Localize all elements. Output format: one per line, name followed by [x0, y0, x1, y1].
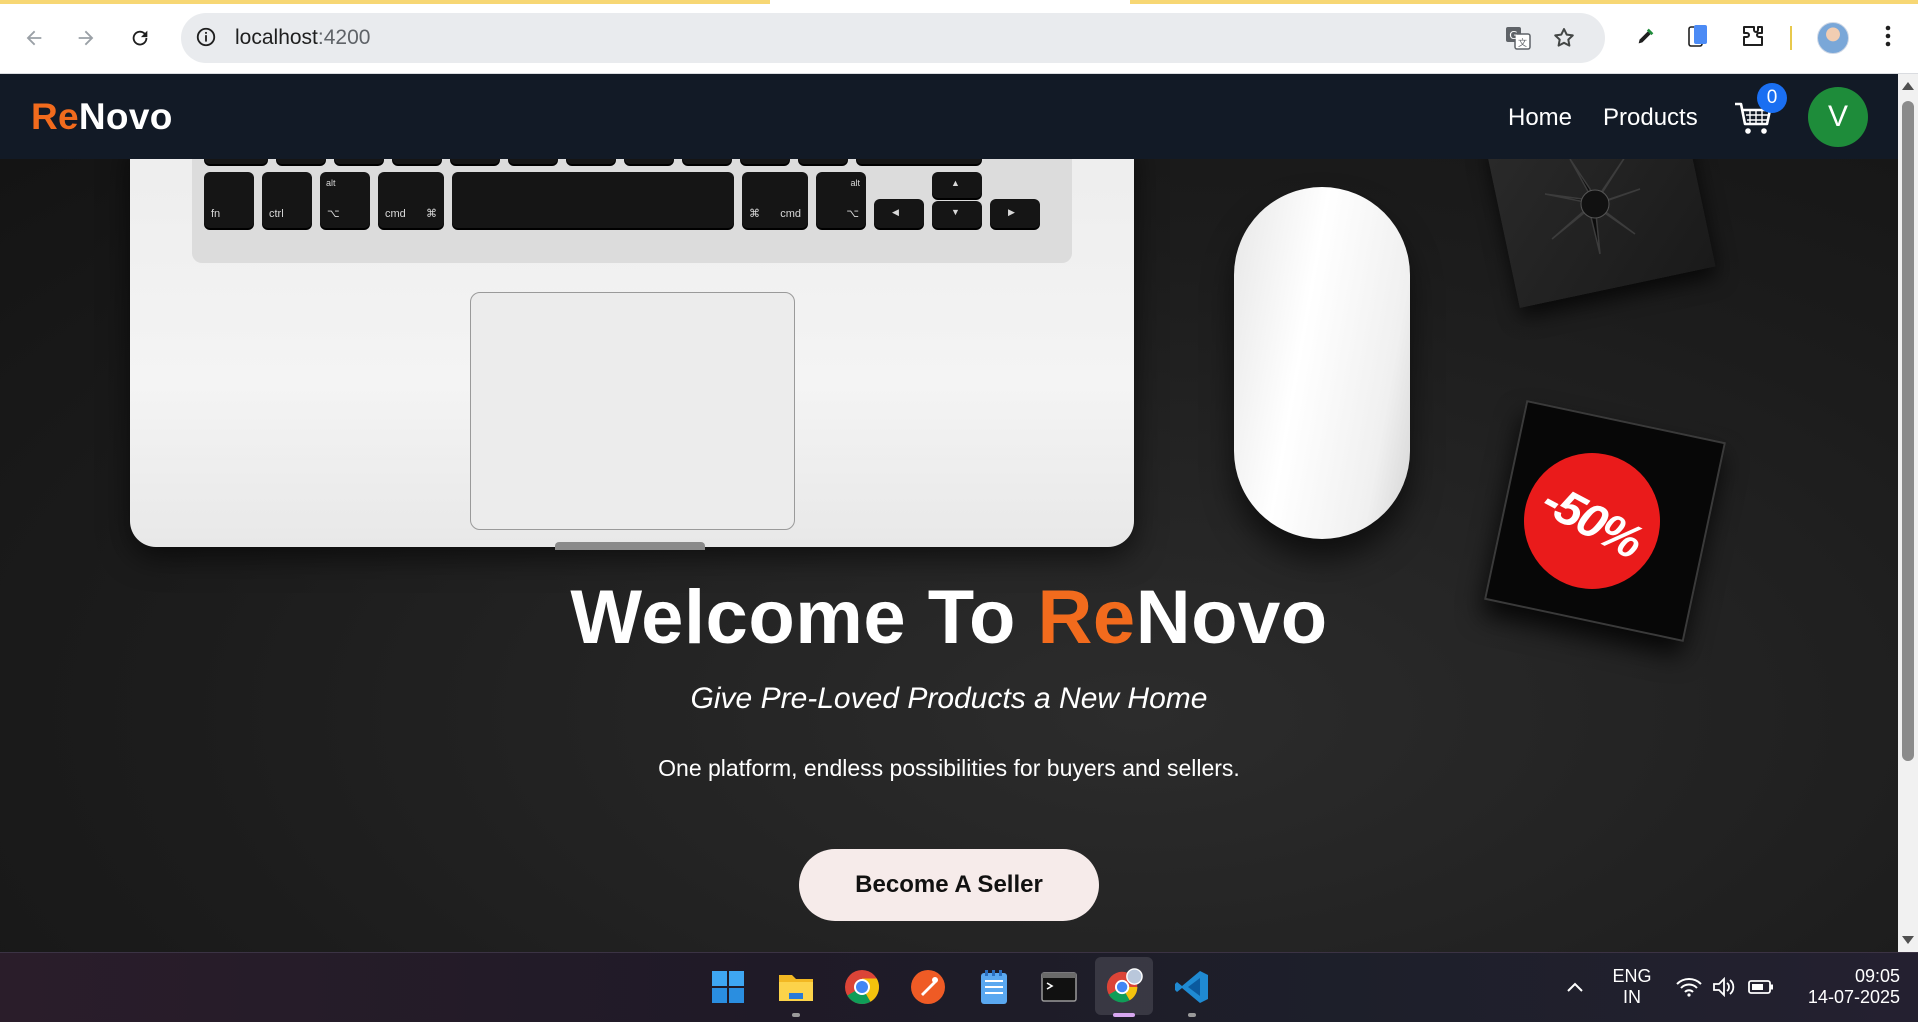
- volume-icon[interactable]: [1705, 968, 1743, 1006]
- app-running-indicator: [792, 1013, 800, 1017]
- key-fn-label: fn: [211, 208, 221, 220]
- page-viewport: ReNovo Home Products 0 V ⇧: [0, 74, 1898, 952]
- file-explorer-icon[interactable]: [777, 968, 815, 1006]
- site-navbar: ReNovo Home Products 0 V: [0, 74, 1898, 159]
- key-cmd-symbol: ⌘: [426, 208, 437, 220]
- site-info-icon[interactable]: [195, 26, 217, 53]
- user-avatar[interactable]: V: [1808, 87, 1868, 147]
- reload-icon: [132, 30, 148, 46]
- scroll-up-arrow-icon[interactable]: [1902, 82, 1914, 90]
- hero-description: One platform, endless possibilities for …: [658, 755, 1240, 781]
- trackpad-image: [470, 292, 795, 530]
- language-indicator[interactable]: ENG IN: [1610, 966, 1654, 1008]
- arrow-left-icon: [26, 30, 42, 46]
- windows-start-icon[interactable]: [709, 968, 747, 1006]
- forward-button[interactable]: [68, 20, 104, 56]
- hero-title-re: Re: [1037, 575, 1136, 660]
- spacebar-key: [452, 172, 734, 228]
- extension-phone-icon[interactable]: [1682, 20, 1714, 52]
- scrollbar-thumb[interactable]: [1902, 101, 1914, 761]
- logo-novo: Novo: [78, 96, 173, 137]
- chevron-up-icon[interactable]: [1556, 968, 1594, 1006]
- arrow-right-icon: [78, 30, 94, 46]
- site-logo[interactable]: ReNovo: [31, 96, 173, 138]
- hero-section: ⇧ , . / ⇧ fn ctrl alt⌥ cmd⌘ ⌘cmd alt⌥: [0, 159, 1898, 952]
- url-text[interactable]: localhost:4200: [235, 26, 370, 50]
- profile-avatar-icon[interactable]: [1817, 22, 1849, 54]
- url-host: localhost: [235, 26, 318, 49]
- reload-button[interactable]: [122, 20, 158, 56]
- key-opt-label: ⌥: [327, 208, 340, 220]
- back-button[interactable]: [16, 20, 52, 56]
- translate-icon[interactable]: G文: [1504, 24, 1532, 52]
- key-cmd-label-right: cmd: [780, 208, 801, 220]
- hero-subtitle: Give Pre-Loved Products a New Home: [690, 682, 1208, 715]
- laptop-image: ⇧ , . / ⇧ fn ctrl alt⌥ cmd⌘ ⌘cmd alt⌥: [130, 159, 1134, 550]
- address-bar[interactable]: localhost:4200 G文: [181, 13, 1605, 63]
- key-alt-label: alt: [326, 178, 336, 188]
- nav-link-products[interactable]: Products: [1603, 104, 1698, 132]
- key-opt-label-right: ⌥: [846, 208, 859, 220]
- gift-bow-icon: [1544, 159, 1641, 255]
- key-left-arrow-label: ◀: [892, 207, 899, 217]
- battery-icon[interactable]: [1742, 968, 1780, 1006]
- url-port: :4200: [317, 26, 371, 49]
- scroll-down-arrow-icon[interactable]: [1902, 936, 1914, 944]
- cart-count-badge: 0: [1757, 83, 1787, 113]
- hero-title: Welcome To ReNovo: [0, 574, 1898, 661]
- postman-icon[interactable]: [909, 968, 947, 1006]
- key-cmd-label: cmd: [385, 208, 406, 220]
- extensions-puzzle-icon[interactable]: [1737, 20, 1769, 52]
- hero-title-prefix: Welcome To: [570, 575, 1038, 660]
- chrome-icon[interactable]: [843, 968, 881, 1006]
- bookmark-star-icon[interactable]: [1550, 24, 1578, 52]
- clock-time: 09:05: [1854, 966, 1900, 986]
- system-clock[interactable]: 09:05 14-07-2025: [1790, 966, 1900, 1008]
- notepad-icon[interactable]: [975, 968, 1013, 1006]
- logo-re: Re: [31, 96, 79, 137]
- windows-taskbar: ENG IN 09:05 14-07-2025: [0, 952, 1918, 1022]
- toolbar-separator: [1790, 26, 1792, 50]
- vscode-icon[interactable]: [1173, 968, 1211, 1006]
- language-code: ENG: [1612, 966, 1652, 986]
- laptop-hinge: [555, 542, 705, 550]
- kebab-menu-icon[interactable]: [1872, 20, 1904, 52]
- app-running-indicator: [1188, 1013, 1196, 1017]
- svg-text:文: 文: [1518, 37, 1527, 49]
- page-scrollbar[interactable]: [1898, 74, 1918, 952]
- key-cmd-symbol-right: ⌘: [749, 208, 760, 220]
- key-up-arrow-label: ▲: [951, 178, 960, 188]
- nav-link-home[interactable]: Home: [1508, 104, 1572, 132]
- terminal-icon[interactable]: [1040, 968, 1078, 1006]
- tab-strip-accent: [0, 0, 770, 4]
- svg-text:G: G: [1509, 29, 1518, 42]
- key-alt-label-right: alt: [850, 178, 860, 188]
- eyedropper-icon[interactable]: [1630, 20, 1662, 52]
- become-seller-button[interactable]: Become A Seller: [799, 849, 1099, 921]
- hero-title-novo: Novo: [1135, 575, 1328, 660]
- language-region: IN: [1623, 987, 1641, 1007]
- key-down-arrow-label: ▼: [951, 207, 960, 217]
- wifi-icon[interactable]: [1670, 968, 1708, 1006]
- key-ctrl-label: ctrl: [269, 208, 284, 220]
- keyboard-image: ⇧ , . / ⇧ fn ctrl alt⌥ cmd⌘ ⌘cmd alt⌥: [192, 159, 1072, 263]
- browser-toolbar: localhost:4200 G文: [0, 0, 1918, 74]
- chrome-profile-icon[interactable]: [1105, 968, 1143, 1006]
- tab-strip-accent: [1130, 0, 1918, 4]
- clock-date: 14-07-2025: [1807, 987, 1900, 1007]
- key-right-arrow-label: ▶: [1008, 207, 1015, 217]
- mouse-image: [1234, 187, 1410, 539]
- app-active-indicator: [1113, 1013, 1135, 1017]
